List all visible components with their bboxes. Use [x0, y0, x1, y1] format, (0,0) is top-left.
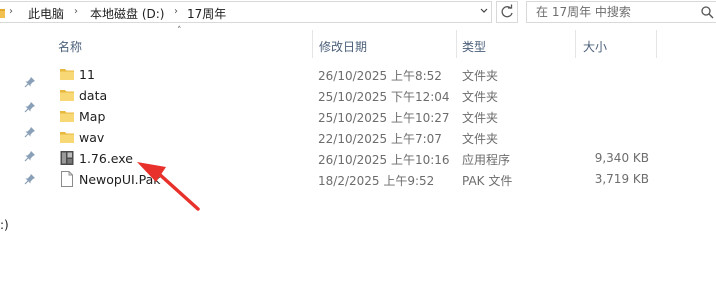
annotation-arrow-icon	[137, 162, 200, 211]
annotation-arrow-shape	[137, 162, 200, 211]
file-explorer-window: › 此电脑 › 本地磁盘 (D:) › 17周年 在 17周年 中搜索:) ˄…	[0, 0, 716, 286]
